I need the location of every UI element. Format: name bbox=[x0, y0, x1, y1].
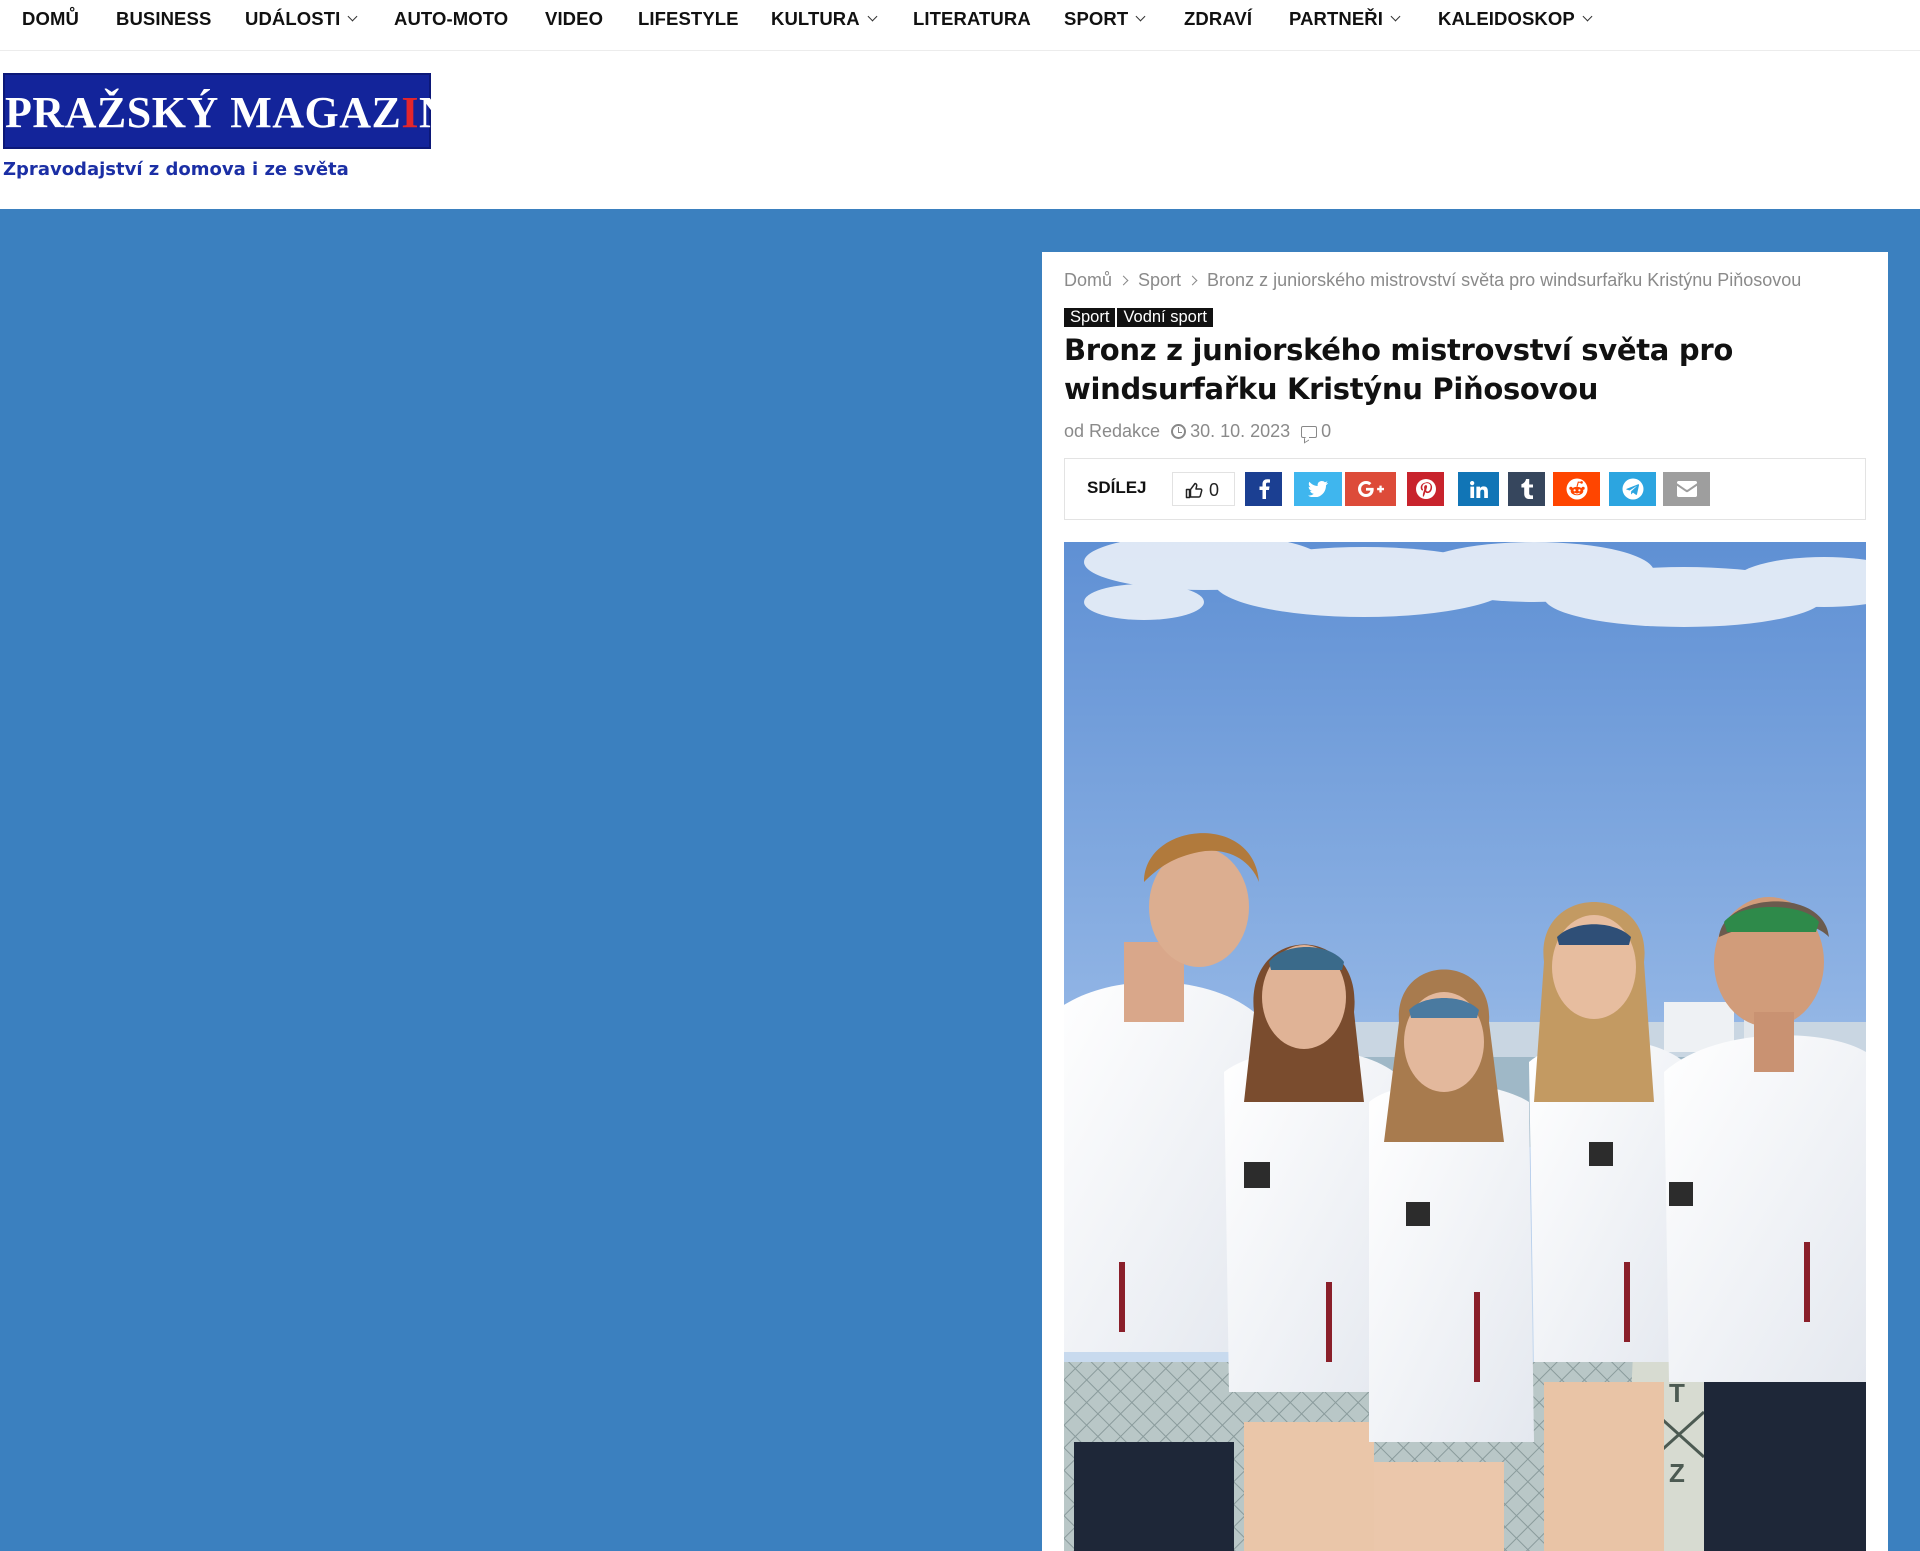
breadcrumb: Domů Sport Bronz z juniorského mistrovství… bbox=[1064, 268, 1801, 292]
article-photo[interactable]: T Z bbox=[1064, 542, 1866, 1551]
nav-item-partneri[interactable]: PARTNEŘI bbox=[1289, 0, 1401, 38]
twitter-icon bbox=[1308, 481, 1328, 497]
share-google-plus-button[interactable] bbox=[1345, 472, 1396, 506]
site-logo[interactable]: PRAŽSKÝ MAGAZIN bbox=[3, 73, 452, 149]
nav-label: LITERATURA bbox=[913, 8, 1031, 29]
share-twitter-button[interactable] bbox=[1294, 472, 1342, 506]
share-pinterest-button[interactable] bbox=[1407, 472, 1444, 506]
nav-item-auto-moto[interactable]: AUTO-MOTO bbox=[394, 0, 508, 38]
tumblr-icon bbox=[1520, 479, 1533, 499]
comment-count[interactable]: 0 bbox=[1321, 421, 1331, 441]
top-navigation: DOMŮ BUSINESS UDÁLOSTI AUTO-MOTO VIDEO L… bbox=[0, 0, 1920, 51]
category-tag-vodni-sport[interactable]: Vodní sport bbox=[1117, 308, 1213, 327]
nav-label: DOMŮ bbox=[22, 8, 79, 29]
share-telegram-button[interactable] bbox=[1609, 472, 1656, 506]
site-tagline: Zpravodajství z domova i ze světa bbox=[3, 159, 349, 180]
breadcrumb-sport[interactable]: Sport bbox=[1138, 270, 1181, 290]
nav-label: UDÁLOSTI bbox=[245, 8, 341, 29]
category-tag-sport[interactable]: Sport bbox=[1064, 308, 1116, 327]
nav-label: BUSINESS bbox=[116, 8, 212, 29]
chevron-right-icon bbox=[1118, 275, 1129, 286]
nav-label: KULTURA bbox=[771, 8, 860, 29]
team-photo-illustration: T Z bbox=[1064, 542, 1866, 1551]
like-count: 0 bbox=[1209, 480, 1220, 500]
nav-item-sport[interactable]: SPORT bbox=[1064, 0, 1146, 38]
category-tags: Sport Vodní sport bbox=[1064, 308, 1215, 327]
share-facebook-button[interactable] bbox=[1245, 472, 1282, 506]
linkedin-icon bbox=[1469, 480, 1488, 498]
share-tumblr-button[interactable] bbox=[1508, 472, 1545, 506]
nav-label: VIDEO bbox=[545, 8, 604, 29]
article-date: 30. 10. 2023 bbox=[1190, 421, 1291, 441]
chevron-down-icon bbox=[1582, 11, 1593, 22]
chevron-down-icon bbox=[1390, 11, 1401, 22]
nav-label: PARTNEŘI bbox=[1289, 8, 1383, 29]
like-button[interactable]: 0 bbox=[1172, 472, 1235, 506]
reddit-icon bbox=[1566, 478, 1588, 500]
facebook-icon bbox=[1258, 479, 1270, 499]
article-title: Bronz z juniorského mistrovství světa pr… bbox=[1064, 333, 1733, 406]
pinterest-icon bbox=[1415, 479, 1436, 499]
breadcrumb-home[interactable]: Domů bbox=[1064, 270, 1112, 290]
nav-label: AUTO-MOTO bbox=[394, 8, 509, 29]
chevron-right-icon bbox=[1187, 275, 1198, 286]
nav-label: ZDRAVÍ bbox=[1184, 8, 1253, 29]
email-icon bbox=[1676, 481, 1697, 497]
thumbs-up-icon bbox=[1185, 482, 1203, 504]
nav-item-zdravi[interactable]: ZDRAVÍ bbox=[1184, 0, 1252, 38]
nav-item-kaleidoskop[interactable]: KALEIDOSKOP bbox=[1438, 0, 1593, 38]
breadcrumb-current: Bronz z juniorského mistrovství světa pr… bbox=[1207, 270, 1802, 290]
chevron-down-icon bbox=[867, 11, 878, 22]
nav-label: KALEIDOSKOP bbox=[1438, 8, 1575, 29]
share-email-button[interactable] bbox=[1663, 472, 1710, 506]
clock-icon bbox=[1171, 424, 1187, 439]
article-meta: od Redakce 30. 10. 2023 0 bbox=[1064, 419, 1331, 443]
board-letter-z: Z bbox=[1669, 1458, 1685, 1488]
telegram-icon bbox=[1622, 478, 1644, 500]
nav-item-kultura[interactable]: KULTURA bbox=[771, 0, 878, 38]
google-plus-icon bbox=[1357, 481, 1384, 497]
nav-item-domu[interactable]: DOMŮ bbox=[22, 0, 79, 38]
chevron-down-icon bbox=[1135, 11, 1146, 22]
nav-item-business[interactable]: BUSINESS bbox=[116, 0, 211, 38]
comment-icon bbox=[1301, 426, 1318, 438]
logo-text: PRAŽSKÝ MAGAZIN bbox=[5, 88, 452, 137]
share-label: SDÍLEJ bbox=[1087, 478, 1147, 497]
nav-item-literatura[interactable]: LITERATURA bbox=[913, 0, 1031, 38]
nav-item-lifestyle[interactable]: LIFESTYLE bbox=[638, 0, 739, 38]
nav-label: SPORT bbox=[1064, 8, 1129, 29]
chevron-down-icon bbox=[347, 11, 358, 22]
board-letter-t: T bbox=[1669, 1378, 1685, 1408]
article-author[interactable]: od Redakce bbox=[1064, 421, 1160, 441]
share-linkedin-button[interactable] bbox=[1458, 472, 1499, 506]
nav-item-video[interactable]: VIDEO bbox=[545, 0, 603, 38]
nav-label: LIFESTYLE bbox=[638, 8, 739, 29]
share-reddit-button[interactable] bbox=[1553, 472, 1600, 506]
nav-item-udalosti[interactable]: UDÁLOSTI bbox=[245, 0, 358, 38]
